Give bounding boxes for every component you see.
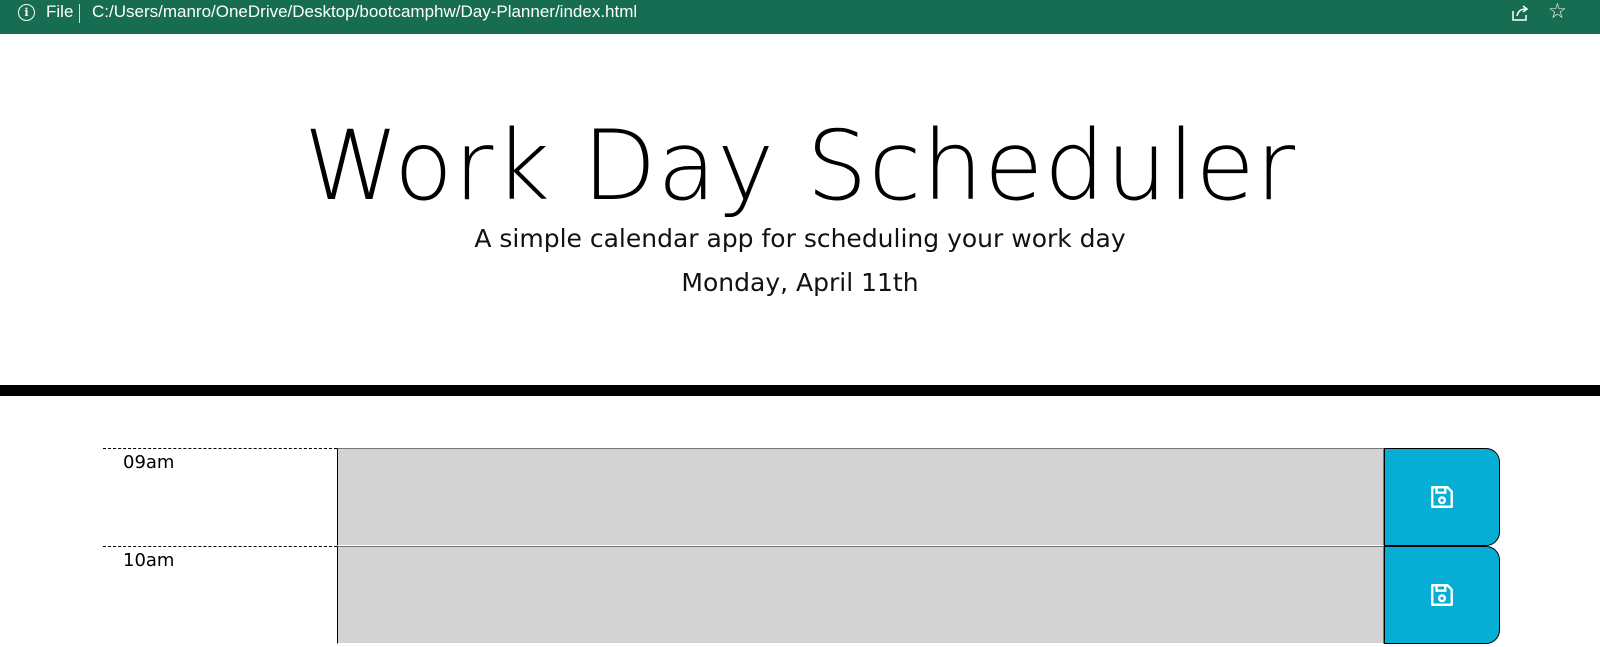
page-lead: A simple calendar app for scheduling you… xyxy=(474,224,1126,253)
hour-label: 09am xyxy=(103,448,337,546)
event-description-input[interactable] xyxy=(337,546,1384,644)
event-description-input[interactable] xyxy=(337,448,1384,546)
save-icon xyxy=(1431,486,1453,508)
time-block-row: 10am xyxy=(103,546,1500,644)
hour-label: 10am xyxy=(103,546,337,644)
share-icon[interactable] xyxy=(1510,3,1530,23)
browser-address-bar: i File C:/Users/manro/OneDrive/Desktop/b… xyxy=(0,0,1600,34)
address-separator xyxy=(79,4,80,23)
page-header: Work Day Scheduler A simple calendar app… xyxy=(0,34,1600,396)
info-icon[interactable]: i xyxy=(18,4,35,21)
time-block-row: 09am xyxy=(103,448,1500,546)
save-button[interactable] xyxy=(1384,448,1500,546)
url-field[interactable]: C:/Users/manro/OneDrive/Desktop/bootcamp… xyxy=(92,2,637,22)
page-title: Work Day Scheduler xyxy=(303,110,1297,222)
file-label: File xyxy=(46,2,74,21)
save-icon xyxy=(1431,584,1453,606)
current-day: Monday, April 11th xyxy=(681,268,919,297)
star-icon[interactable]: ☆ xyxy=(1548,1,1567,22)
save-button[interactable] xyxy=(1384,546,1500,644)
